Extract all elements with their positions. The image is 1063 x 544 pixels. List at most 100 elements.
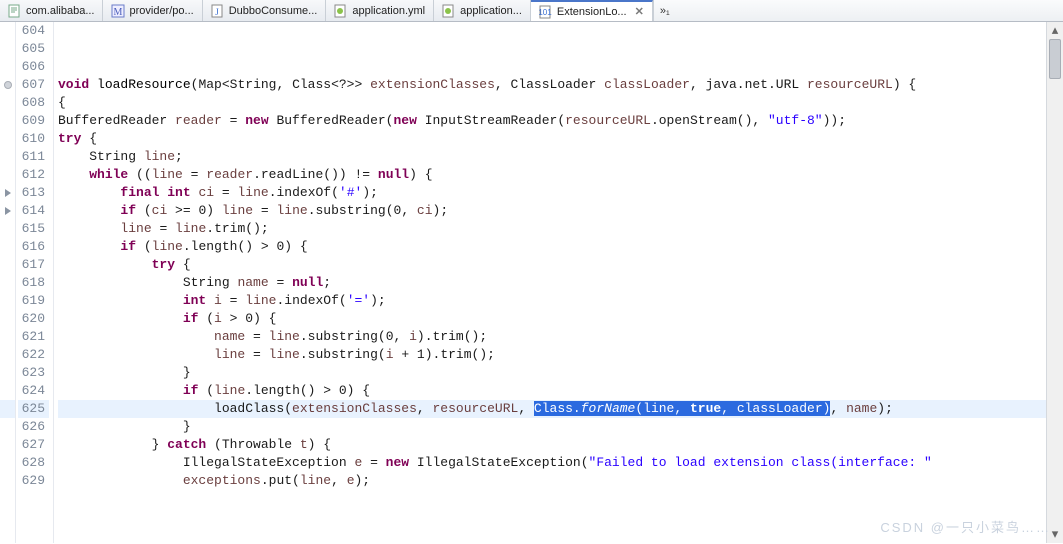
editor-tab[interactable]: com.alibaba...: [0, 0, 103, 21]
line-number: 613: [18, 184, 49, 202]
line-number: 608: [18, 94, 49, 112]
gutter-marker: [0, 76, 15, 94]
gutter-marker: [0, 238, 15, 256]
m-file-icon: M: [111, 4, 125, 18]
code-line[interactable]: name = line.substring(0, i).trim();: [58, 328, 1046, 346]
code-viewport[interactable]: void loadResource(Map<String, Class<?>> …: [54, 22, 1046, 543]
editor-tab[interactable]: Mprovider/po...: [103, 0, 202, 21]
scroll-down-arrow[interactable]: ▾: [1047, 526, 1063, 543]
code-line[interactable]: line = line.substring(i + 1).trim();: [58, 346, 1046, 364]
line-number: 610: [18, 130, 49, 148]
code-line[interactable]: void loadResource(Map<String, Class<?>> …: [58, 76, 1046, 94]
gutter-marker: [0, 40, 15, 58]
close-icon[interactable]: ✕: [631, 5, 644, 18]
code-line[interactable]: IllegalStateException e = new IllegalSta…: [58, 454, 1046, 472]
editor-tab-bar: com.alibaba... Mprovider/po... J DubboConsu…: [0, 0, 1063, 22]
gutter-marker: [0, 166, 15, 184]
code-line[interactable]: exceptions.put(line, e);: [58, 472, 1046, 490]
gutter-marker: [0, 94, 15, 112]
gutter-marker: [0, 58, 15, 76]
line-number: 629: [18, 472, 49, 490]
line-number: 618: [18, 274, 49, 292]
tab-label: application.yml: [352, 5, 425, 17]
tab-label: provider/po...: [129, 5, 193, 17]
gutter-marker: [0, 310, 15, 328]
gutter-marker: [0, 22, 15, 40]
line-number: 619: [18, 292, 49, 310]
code-line[interactable]: String name = null;: [58, 274, 1046, 292]
editor-tab[interactable]: application...: [434, 0, 531, 21]
line-number: 621: [18, 328, 49, 346]
line-number: 623: [18, 364, 49, 382]
yml-file-icon: [334, 4, 348, 18]
text-file-icon: [8, 4, 22, 18]
fold-arrow-icon[interactable]: [5, 189, 11, 197]
gutter-marker: [0, 364, 15, 382]
gutter-marker: [0, 382, 15, 400]
code-line[interactable]: {: [58, 94, 1046, 112]
gutter-marker: [0, 436, 15, 454]
line-number: 616: [18, 238, 49, 256]
fold-arrow-icon[interactable]: [5, 207, 11, 215]
line-number: 628: [18, 454, 49, 472]
vertical-scrollbar[interactable]: ▴ ▾: [1046, 22, 1063, 543]
tab-label: com.alibaba...: [26, 5, 94, 17]
code-line[interactable]: [58, 58, 1046, 76]
code-line[interactable]: int i = line.indexOf('=');: [58, 292, 1046, 310]
scrollbar-thumb[interactable]: [1049, 39, 1061, 79]
line-number-gutter: 6046056066076086096106116126136146156166…: [16, 22, 54, 543]
code-line[interactable]: if (line.length() > 0) {: [58, 238, 1046, 256]
editor-tab[interactable]: 101ExtensionLo...✕: [531, 0, 653, 21]
editor-tab[interactable]: J DubboConsume...: [203, 0, 327, 21]
line-number: 625: [18, 400, 49, 418]
gutter-marker: [0, 130, 15, 148]
line-number: 614: [18, 202, 49, 220]
line-number: 620: [18, 310, 49, 328]
line-number: 622: [18, 346, 49, 364]
line-number: 612: [18, 166, 49, 184]
gutter-marker: [0, 112, 15, 130]
more-tabs-button[interactable]: »₁: [653, 0, 676, 21]
java-file-icon: J: [211, 4, 225, 18]
line-number: 606: [18, 58, 49, 76]
code-line[interactable]: String line;: [58, 148, 1046, 166]
code-line[interactable]: if (line.length() > 0) {: [58, 382, 1046, 400]
override-marker-icon: [4, 81, 12, 89]
editor-tab[interactable]: application.yml: [326, 0, 434, 21]
code-line[interactable]: final int ci = line.indexOf('#');: [58, 184, 1046, 202]
line-number: 626: [18, 418, 49, 436]
code-line[interactable]: try {: [58, 130, 1046, 148]
code-line[interactable]: loadClass(extensionClasses, resourceURL,…: [58, 400, 1046, 418]
code-line[interactable]: line = line.trim();: [58, 220, 1046, 238]
line-number: 617: [18, 256, 49, 274]
code-line[interactable]: }: [58, 364, 1046, 382]
code-line[interactable]: BufferedReader reader = new BufferedRead…: [58, 112, 1046, 130]
code-line[interactable]: try {: [58, 256, 1046, 274]
svg-text:M: M: [114, 7, 123, 18]
gutter-marker: [0, 184, 15, 202]
svg-text:101: 101: [539, 8, 552, 17]
code-line[interactable]: } catch (Throwable t) {: [58, 436, 1046, 454]
line-number: 624: [18, 382, 49, 400]
gutter-marker: [0, 292, 15, 310]
line-number: 607: [18, 76, 49, 94]
yml-file-icon: [442, 4, 456, 18]
code-line[interactable]: [58, 22, 1046, 40]
code-line[interactable]: if (ci >= 0) line = line.substring(0, ci…: [58, 202, 1046, 220]
code-line[interactable]: [58, 40, 1046, 58]
gutter-marker: [0, 472, 15, 490]
gutter-marker: [0, 346, 15, 364]
code-line[interactable]: while ((line = reader.readLine()) != nul…: [58, 166, 1046, 184]
code-line[interactable]: if (i > 0) {: [58, 310, 1046, 328]
code-line[interactable]: }: [58, 418, 1046, 436]
class-file-icon: 101: [539, 5, 553, 19]
gutter-marker: [0, 148, 15, 166]
line-number: 605: [18, 40, 49, 58]
line-number: 627: [18, 436, 49, 454]
tab-label: DubboConsume...: [229, 5, 318, 17]
gutter-marker: [0, 328, 15, 346]
tab-label: application...: [460, 5, 522, 17]
gutter-marker: [0, 418, 15, 436]
gutter-marker: [0, 202, 15, 220]
scroll-up-arrow[interactable]: ▴: [1047, 22, 1063, 39]
